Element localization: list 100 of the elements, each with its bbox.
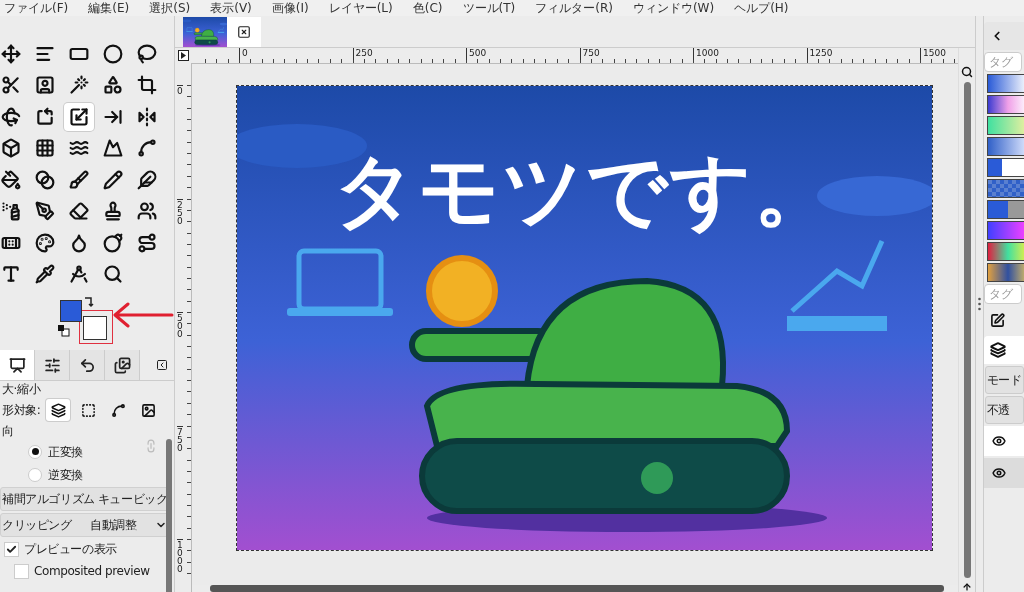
dock-tab[interactable]: [105, 350, 140, 380]
radio-button[interactable]: [28, 444, 42, 459]
dropdown-value: 自動調整: [90, 517, 137, 533]
default-colors-icon[interactable]: [58, 325, 70, 337]
checkbox-label: プレビューの表示: [24, 541, 117, 557]
zoom-icon: [103, 264, 123, 285]
menu-item[interactable]: 編集(E): [88, 0, 130, 16]
gradient-swatch[interactable]: [987, 116, 1024, 135]
ruler-label: 500: [466, 48, 487, 60]
radio-label: 正変換: [48, 443, 83, 460]
layer-icon: [50, 402, 66, 418]
blend-icon: [35, 169, 55, 190]
gradient-swatch[interactable]: [987, 137, 1024, 156]
spray-icon: [1, 201, 21, 222]
scrollbar[interactable]: [210, 585, 944, 592]
brush-icon: [69, 169, 89, 190]
menu-item[interactable]: 表示(V): [210, 0, 252, 16]
gradient-swatch[interactable]: [987, 200, 1024, 219]
tag-field[interactable]: タグ: [984, 52, 1022, 72]
image-tab[interactable]: [183, 17, 261, 47]
menu-item[interactable]: ツール(T): [462, 0, 516, 16]
navigate-icon[interactable]: [178, 50, 189, 61]
tool-button[interactable]: [64, 103, 94, 131]
grid-icon: [35, 138, 55, 159]
panel-menu-icon[interactable]: [156, 359, 168, 371]
image-title: タモツです。: [332, 146, 837, 236]
eye-icon[interactable]: [992, 434, 1006, 448]
scissors-icon: [1, 75, 21, 96]
edit-icon[interactable]: [990, 312, 1005, 328]
checkbox[interactable]: [4, 541, 19, 557]
drop-icon: [69, 232, 89, 253]
ruler-label: 0: [177, 85, 183, 95]
layer-row[interactable]: [984, 426, 1024, 456]
ruler-label: 1250: [806, 48, 833, 60]
lasso-icon: [137, 43, 157, 64]
move-icon: [1, 43, 21, 64]
transform-target-button[interactable]: [46, 399, 71, 421]
eraser-icon: [69, 201, 89, 222]
flip-icon: [137, 106, 157, 127]
gradient-swatch[interactable]: [987, 242, 1024, 261]
text-icon: [1, 264, 21, 285]
opacity-button[interactable]: 不透: [985, 396, 1024, 424]
menu-item[interactable]: フィルター(R): [535, 0, 613, 16]
image-icon: [140, 402, 156, 418]
path-icon: [110, 402, 126, 418]
dock-tab[interactable]: [0, 350, 35, 380]
close-icon[interactable]: [237, 25, 251, 39]
figure-icon: [137, 201, 157, 222]
ruler-label: 500: [177, 312, 183, 338]
palette-icon: [35, 232, 55, 253]
layer-row[interactable]: [984, 458, 1024, 488]
ruler-label: 250: [352, 48, 373, 60]
radio-label: 逆変換: [48, 466, 83, 483]
background-color-swatch[interactable]: [83, 316, 107, 340]
zoom-icon[interactable]: [961, 66, 973, 78]
dock-tab[interactable]: [70, 350, 105, 380]
gradient-swatch[interactable]: [987, 263, 1024, 282]
portrait-icon: [35, 75, 55, 96]
transform-label: 形対象:: [2, 402, 41, 418]
menu-item[interactable]: レイヤー(L): [328, 0, 393, 16]
ruler-label: 0: [239, 48, 248, 60]
tag-field[interactable]: タグ: [984, 284, 1022, 304]
check-icon: [6, 543, 17, 555]
cube-icon: [1, 138, 21, 159]
mountain-icon: [103, 138, 123, 159]
menu-item[interactable]: 画像(I): [271, 0, 309, 16]
direction-label: 向: [2, 423, 15, 439]
board-icon: [8, 356, 26, 374]
menu-item[interactable]: ウィンドウ(W): [632, 0, 715, 16]
gradient-swatch[interactable]: [987, 221, 1024, 240]
compass-icon: [69, 264, 89, 285]
scrollbar[interactable]: [963, 82, 971, 578]
menu-item[interactable]: ファイル(F): [4, 0, 69, 16]
undo-icon: [78, 356, 96, 374]
arrow-icon[interactable]: [962, 582, 972, 592]
annotation-arrow: [112, 302, 174, 328]
menu-item[interactable]: ヘルプ(H): [734, 0, 789, 16]
gradient-swatch[interactable]: [987, 158, 1024, 177]
gradient-swatch[interactable]: [987, 74, 1024, 93]
mode-button[interactable]: モード: [985, 366, 1024, 394]
scrollbar[interactable]: [166, 439, 172, 592]
layers-icon[interactable]: [990, 342, 1006, 358]
eye-icon[interactable]: [992, 466, 1006, 480]
selection-icon: [80, 402, 96, 418]
gradient-swatch[interactable]: [987, 95, 1024, 114]
path-icon: [137, 232, 157, 253]
drag-handle-icon[interactable]: [978, 297, 981, 311]
checkbox[interactable]: [14, 563, 29, 579]
images-icon: [113, 356, 131, 374]
radio-button[interactable]: [28, 467, 42, 482]
menu-item[interactable]: 色(C): [412, 0, 443, 16]
gradient-swatch[interactable]: [987, 179, 1024, 198]
pipette-icon: [35, 264, 55, 285]
dropdown-label: クリッピング: [2, 517, 72, 533]
pencil-icon: [103, 169, 123, 190]
swap-icon[interactable]: [84, 296, 94, 308]
foreground-color-swatch[interactable]: [60, 300, 82, 322]
menu-item[interactable]: 選択(S): [149, 0, 191, 16]
sliders-icon: [43, 356, 61, 374]
dock-tab[interactable]: [35, 350, 70, 380]
